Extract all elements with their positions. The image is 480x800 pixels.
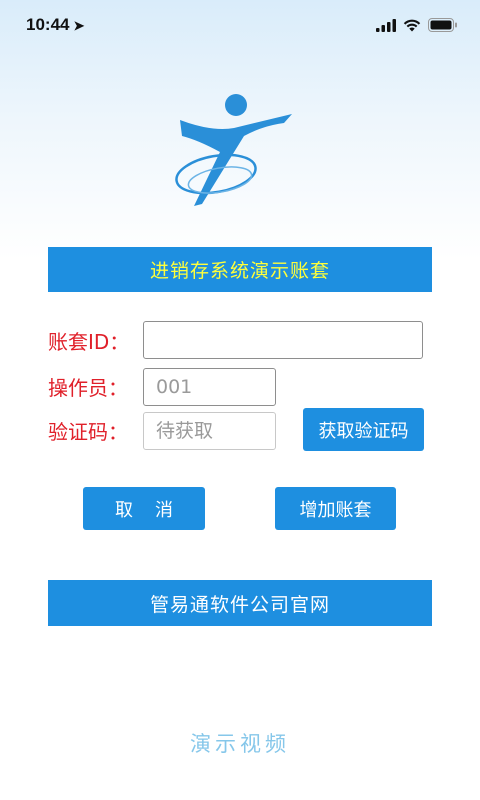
status-icons	[376, 18, 458, 32]
status-time-text: 10:44	[26, 15, 70, 34]
battery-icon	[428, 18, 457, 32]
cancel-button[interactable]: 取消	[83, 487, 205, 530]
operator-input[interactable]	[143, 368, 276, 406]
app-title-banner: 进销存系统演示账套	[48, 247, 432, 292]
runner-logo-icon	[175, 94, 292, 206]
demo-video-link[interactable]: 演示视频	[0, 728, 480, 758]
account-id-input[interactable]	[143, 321, 423, 359]
status-bar: 10:44 ➤	[0, 0, 480, 54]
company-website-button[interactable]: 管易通软件公司官网	[48, 580, 432, 626]
signal-icon	[376, 18, 396, 32]
status-time: 10:44 ➤	[26, 15, 84, 35]
verification-code-input[interactable]	[143, 412, 276, 450]
verification-code-label: 验证码：	[48, 419, 128, 444]
account-id-label: 账套ID：	[48, 329, 130, 354]
operator-label: 操作员：	[48, 375, 128, 400]
wifi-icon	[403, 19, 421, 31]
add-account-button[interactable]: 增加账套	[275, 487, 396, 530]
location-arrow-icon: ➤	[73, 18, 85, 33]
get-verification-code-button[interactable]: 获取验证码	[303, 408, 424, 451]
